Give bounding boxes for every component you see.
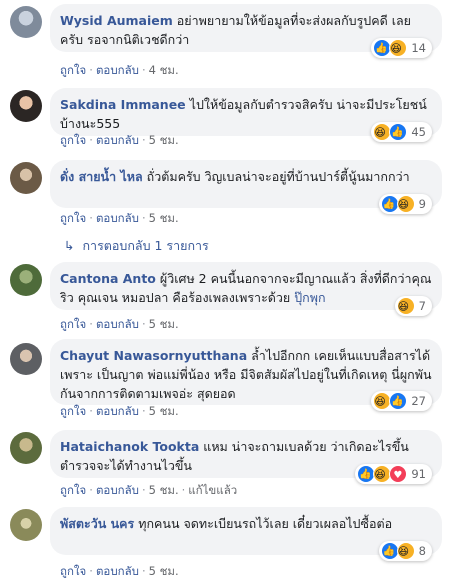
like-link[interactable]: ถูกใจ (60, 404, 86, 418)
separator: · (141, 133, 146, 147)
reply-link[interactable]: ตอบกลับ (96, 133, 139, 147)
avatar[interactable] (10, 264, 42, 296)
comment-actions: ถูกใจ · ตอบกลับ · 5 ชม. (60, 210, 179, 228)
avatar[interactable] (10, 162, 42, 194)
separator: · (89, 483, 93, 497)
reply-link[interactable]: ตอบกลับ (96, 564, 139, 578)
comment-author[interactable]: Cantona Anto (60, 271, 156, 286)
comment-bubble: Chayut Nawasornyutthana ล้ำไปอีกกก เคยเห็… (50, 339, 442, 411)
comment-text: ทุกคนน จดทะเบียนรถไว้เลย เดี๋ยวเผลอไปซื้… (138, 516, 393, 531)
separator: · (141, 63, 146, 77)
avatar[interactable] (10, 6, 42, 38)
separator: · (89, 317, 93, 331)
reaction-summary[interactable]: 8 (378, 541, 432, 561)
comment-text: ถั่วต้มครับ วิญเบลน่าจะอยู่ที่บ้านปาร์ตี… (146, 169, 410, 184)
separator: · (181, 483, 186, 497)
comment-author[interactable]: Chayut Nawasornyutthana (60, 348, 247, 363)
avatar[interactable] (10, 509, 42, 541)
reply-link[interactable]: ตอบกลับ (96, 483, 139, 497)
comment-author[interactable]: ดั่ง สายน้ำ ไหล (60, 169, 143, 184)
haha-reaction-icon (396, 195, 415, 214)
like-link[interactable]: ถูกใจ (60, 317, 86, 331)
view-replies-label[interactable]: การตอบกลับ 1 รายการ (82, 238, 208, 253)
comment-author[interactable]: Wysid Aumaiem (60, 13, 173, 28)
haha-reaction-icon (396, 297, 415, 316)
like-link[interactable]: ถูกใจ (60, 211, 86, 225)
haha-reaction-icon (389, 39, 408, 58)
like-reaction-icon (389, 123, 408, 142)
reply-arrow-icon: ↳ (64, 238, 75, 253)
comment-author[interactable]: Hataichanok Tookta (60, 439, 199, 454)
separator: · (141, 317, 146, 331)
reaction-count: 45 (411, 124, 426, 139)
like-reaction-icon (380, 542, 399, 561)
comment-bubble: Wysid Aumaiem อย่าพยายามให้ข้อมูลที่จะส่ง… (50, 4, 442, 58)
comment-actions: ถูกใจ · ตอบกลับ · 5 ชม. (60, 132, 179, 150)
timestamp[interactable]: 5 ชม. (149, 317, 179, 331)
reaction-count: 27 (411, 393, 426, 408)
reaction-summary[interactable]: 9 (378, 194, 432, 214)
comment-actions: ถูกใจ · ตอบกลับ · 5 ชม. (60, 403, 179, 421)
comment-actions: ถูกใจ · ตอบกลับ · 5 ชม. (60, 563, 179, 581)
separator: · (89, 564, 93, 578)
haha-reaction-icon (396, 542, 415, 561)
reaction-count: 7 (418, 298, 426, 313)
separator: · (141, 483, 146, 497)
comment-actions: ถูกใจ · ตอบกลับ · 5 ชม. (60, 316, 179, 334)
reply-link[interactable]: ตอบกลับ (96, 317, 139, 331)
timestamp[interactable]: 5 ชม. (149, 211, 179, 225)
comment-bubble: ดั่ง สายน้ำ ไหล ถั่วต้มครับ วิญเบลน่าจะอย… (50, 160, 442, 214)
timestamp[interactable]: 5 ชม. (149, 483, 179, 497)
comment-actions: ถูกใจ · ตอบกลับ · 4 ชม. (60, 62, 179, 80)
separator: · (141, 564, 146, 578)
comment-bubble: Hataichanok Tookta แหม น่าจะถามเบลด้วย ว่… (50, 430, 442, 485)
comment-bubble: Cantona Anto ผู้วิเศษ 2 คนนี้นอกจากจะมีญา… (50, 262, 442, 316)
reaction-count: 14 (411, 40, 426, 55)
reaction-summary[interactable]: 45 (371, 122, 432, 142)
reply-link[interactable]: ตอบกลับ (96, 404, 139, 418)
view-replies-link[interactable]: ↳ การตอบกลับ 1 รายการ (64, 236, 209, 256)
separator: · (89, 133, 93, 147)
separator: · (89, 63, 93, 77)
comment-author[interactable]: พัสตะวัน นคร (60, 516, 134, 531)
timestamp[interactable]: 5 ชม. (149, 404, 179, 418)
comment-bubble: Sakdina Immanee ไปให้ข้อมูลกับตำรวจสิครับ… (50, 88, 442, 142)
like-reaction-icon (380, 195, 399, 214)
comment-actions: ถูกใจ · ตอบกลับ · 5 ชม. · แก้ไขแล้ว (60, 482, 237, 500)
separator: · (89, 211, 93, 225)
like-reaction-icon (389, 392, 408, 411)
like-link[interactable]: ถูกใจ (60, 483, 86, 497)
edited-label[interactable]: แก้ไขแล้ว (188, 483, 237, 497)
reply-link[interactable]: ตอบกลับ (96, 211, 139, 225)
timestamp[interactable]: 4 ชม. (149, 63, 179, 77)
mention-link[interactable]: ปุ๊กพุก (294, 290, 325, 305)
reaction-summary[interactable]: 27 (371, 391, 432, 411)
avatar[interactable] (10, 432, 42, 464)
comment-list: Wysid Aumaiem อย่าพยายามให้ข้อมูลที่จะส่ง… (0, 0, 452, 584)
separator: · (89, 404, 93, 418)
reaction-summary[interactable]: 7 (394, 296, 432, 316)
like-link[interactable]: ถูกใจ (60, 564, 86, 578)
reaction-count: 91 (411, 466, 426, 481)
comment-bubble: พัสตะวัน นคร ทุกคนน จดทะเบียนรถไว้เลย เดี… (50, 507, 442, 561)
reaction-count: 8 (418, 543, 426, 558)
separator: · (141, 404, 146, 418)
comment-author[interactable]: Sakdina Immanee (60, 97, 186, 112)
timestamp[interactable]: 5 ชม. (149, 564, 179, 578)
reaction-summary[interactable]: 14 (371, 38, 432, 58)
like-link[interactable]: ถูกใจ (60, 133, 86, 147)
reaction-count: 9 (418, 196, 426, 211)
like-link[interactable]: ถูกใจ (60, 63, 86, 77)
avatar[interactable] (10, 90, 42, 122)
reply-link[interactable]: ตอบกลับ (96, 63, 139, 77)
reaction-summary[interactable]: 91 (355, 464, 432, 485)
avatar[interactable] (10, 343, 42, 375)
timestamp[interactable]: 5 ชม. (149, 133, 179, 147)
love-reaction-icon (389, 465, 408, 485)
separator: · (141, 211, 146, 225)
